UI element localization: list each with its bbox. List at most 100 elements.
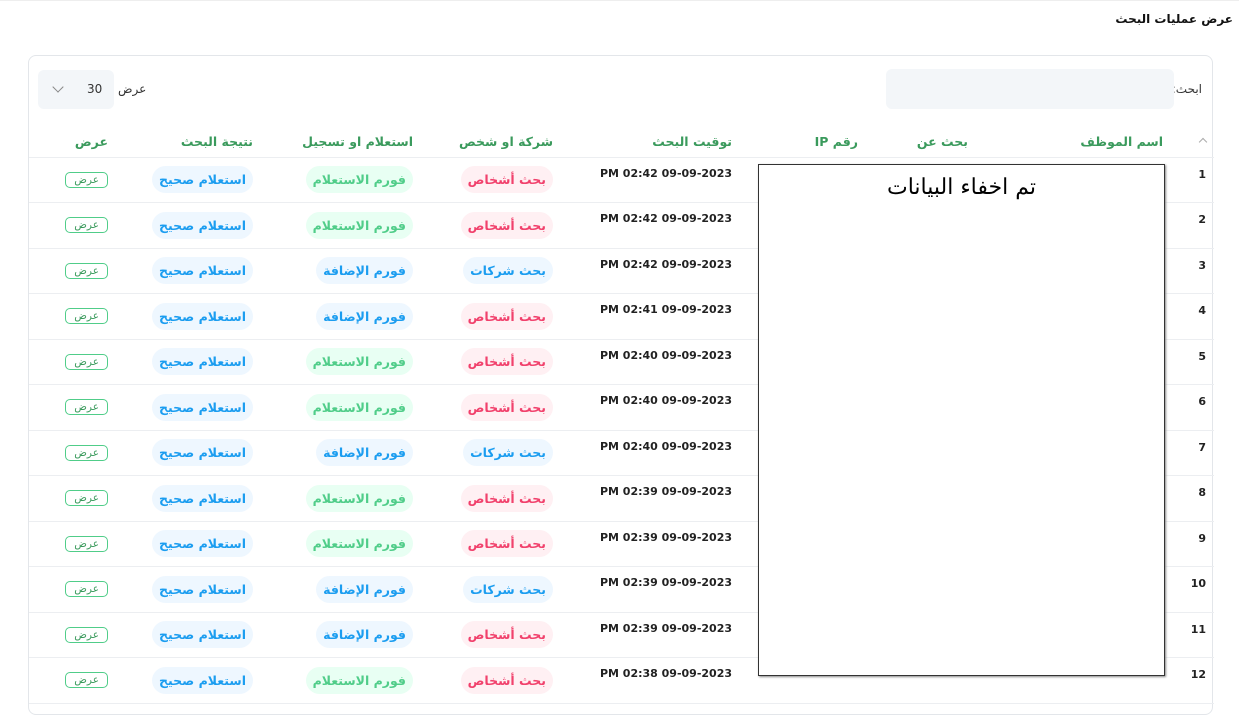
form-badge: فورم الاستعلام: [305, 166, 413, 194]
form-badge: فورم الإضافة: [316, 439, 413, 467]
type-badge: بحث أشخاص: [460, 484, 553, 512]
header-search-result[interactable]: نتيجة البحث: [116, 126, 261, 158]
result-badge: استعلام صحيح: [152, 257, 253, 285]
result-badge: استعلام صحيح: [152, 439, 253, 467]
query-or-register-cell: فورم الاستعلام: [261, 657, 421, 704]
type-badge: بحث أشخاص: [460, 302, 553, 330]
view-button[interactable]: عرض: [65, 672, 108, 689]
view-button[interactable]: عرض: [65, 353, 108, 370]
result-badge: استعلام صحيح: [152, 348, 253, 376]
query-or-register-cell: فورم الاستعلام: [261, 157, 421, 203]
result-cell: استعلام صحيح: [116, 384, 261, 431]
row-number: 9: [1171, 521, 1214, 567]
result-cell: استعلام صحيح: [116, 202, 261, 249]
company-or-person-cell: بحث أشخاص: [421, 339, 561, 385]
type-badge: بحث شركات: [463, 439, 553, 467]
view-cell: عرض: [29, 339, 116, 385]
view-cell: عرض: [29, 248, 116, 294]
view-button[interactable]: عرض: [65, 581, 108, 598]
search-time: PM 02:40 09-09-2023: [561, 339, 746, 385]
result-badge: استعلام صحيح: [152, 575, 253, 603]
row-number: 4: [1171, 293, 1214, 340]
row-number: 7: [1171, 430, 1214, 476]
result-cell: استعلام صحيح: [116, 339, 261, 385]
search-label: ابحث:: [1171, 82, 1202, 96]
query-or-register-cell: فورم الاستعلام: [261, 339, 421, 385]
view-button[interactable]: عرض: [65, 171, 108, 188]
company-or-person-cell: بحث شركات: [421, 430, 561, 476]
row-number: 12: [1171, 657, 1214, 704]
header-number[interactable]: [1171, 126, 1214, 158]
result-cell: استعلام صحيح: [116, 612, 261, 658]
query-or-register-cell: فورم الاستعلام: [261, 384, 421, 431]
view-button[interactable]: عرض: [65, 217, 108, 234]
row-number: 2: [1171, 202, 1214, 249]
search-time: PM 02:39 09-09-2023: [561, 521, 746, 567]
search-input[interactable]: [886, 69, 1174, 109]
view-button[interactable]: عرض: [65, 262, 108, 279]
query-or-register-cell: فورم الاستعلام: [261, 521, 421, 567]
view-cell: عرض: [29, 157, 116, 203]
form-badge: فورم الإضافة: [316, 621, 413, 649]
row-number: 1: [1171, 157, 1214, 203]
query-or-register-cell: فورم الإضافة: [261, 566, 421, 613]
table-header-row: اسم الموظف بحث عن رقم IP توقيت البحث شرك…: [29, 126, 1214, 158]
type-badge: بحث أشخاص: [460, 393, 553, 421]
view-cell: عرض: [29, 612, 116, 658]
view-button[interactable]: عرض: [65, 444, 108, 461]
type-badge: بحث شركات: [463, 575, 553, 603]
search-time: PM 02:39 09-09-2023: [561, 475, 746, 522]
result-cell: استعلام صحيح: [116, 521, 261, 567]
search-time: PM 02:41 09-09-2023: [561, 293, 746, 340]
row-number: 3: [1171, 248, 1214, 294]
view-button[interactable]: عرض: [65, 490, 108, 507]
view-cell: عرض: [29, 293, 116, 340]
header-searched-for[interactable]: بحث عن: [866, 126, 976, 158]
view-button[interactable]: عرض: [65, 626, 108, 643]
result-badge: استعلام صحيح: [152, 166, 253, 194]
header-company-or-person[interactable]: شركة او شخص: [421, 126, 561, 158]
view-button[interactable]: عرض: [65, 308, 108, 325]
page-length-select[interactable]: 30: [38, 70, 114, 109]
header-view[interactable]: عرض: [29, 126, 116, 158]
type-badge: بحث أشخاص: [460, 666, 553, 694]
form-badge: فورم الاستعلام: [305, 211, 413, 239]
result-badge: استعلام صحيح: [152, 211, 253, 239]
form-badge: فورم الاستعلام: [305, 393, 413, 421]
search-time: PM 02:40 09-09-2023: [561, 384, 746, 431]
row-number: 8: [1171, 475, 1214, 522]
result-badge: استعلام صحيح: [152, 393, 253, 421]
row-number: 11: [1171, 612, 1214, 658]
header-employee-name[interactable]: اسم الموظف: [976, 126, 1171, 158]
header-query-or-register[interactable]: استعلام او تسجيل: [261, 126, 421, 158]
query-or-register-cell: فورم الاستعلام: [261, 475, 421, 522]
result-badge: استعلام صحيح: [152, 621, 253, 649]
form-badge: فورم الاستعلام: [305, 666, 413, 694]
query-or-register-cell: فورم الإضافة: [261, 612, 421, 658]
header-ip[interactable]: رقم IP: [746, 126, 866, 158]
result-cell: استعلام صحيح: [116, 657, 261, 704]
view-cell: عرض: [29, 430, 116, 476]
view-cell: عرض: [29, 202, 116, 249]
type-badge: بحث أشخاص: [460, 621, 553, 649]
result-badge: استعلام صحيح: [152, 302, 253, 330]
row-number: 10: [1171, 566, 1214, 613]
row-number: 6: [1171, 384, 1214, 431]
page-length-label: عرض: [118, 82, 147, 96]
result-badge: استعلام صحيح: [152, 530, 253, 558]
page-length-value: 30: [87, 82, 103, 96]
result-cell: استعلام صحيح: [116, 157, 261, 203]
company-or-person-cell: بحث أشخاص: [421, 293, 561, 340]
type-badge: بحث شركات: [463, 257, 553, 285]
search-time: PM 02:42 09-09-2023: [561, 248, 746, 294]
query-or-register-cell: فورم الاستعلام: [261, 202, 421, 249]
view-button[interactable]: عرض: [65, 535, 108, 552]
company-or-person-cell: بحث شركات: [421, 566, 561, 613]
header-search-time[interactable]: توقيت البحث: [561, 126, 746, 158]
form-badge: فورم الإضافة: [316, 257, 413, 285]
view-button[interactable]: عرض: [65, 399, 108, 416]
company-or-person-cell: بحث أشخاص: [421, 202, 561, 249]
type-badge: بحث أشخاص: [460, 530, 553, 558]
view-cell: عرض: [29, 566, 116, 613]
sort-up-icon: [1198, 138, 1208, 147]
